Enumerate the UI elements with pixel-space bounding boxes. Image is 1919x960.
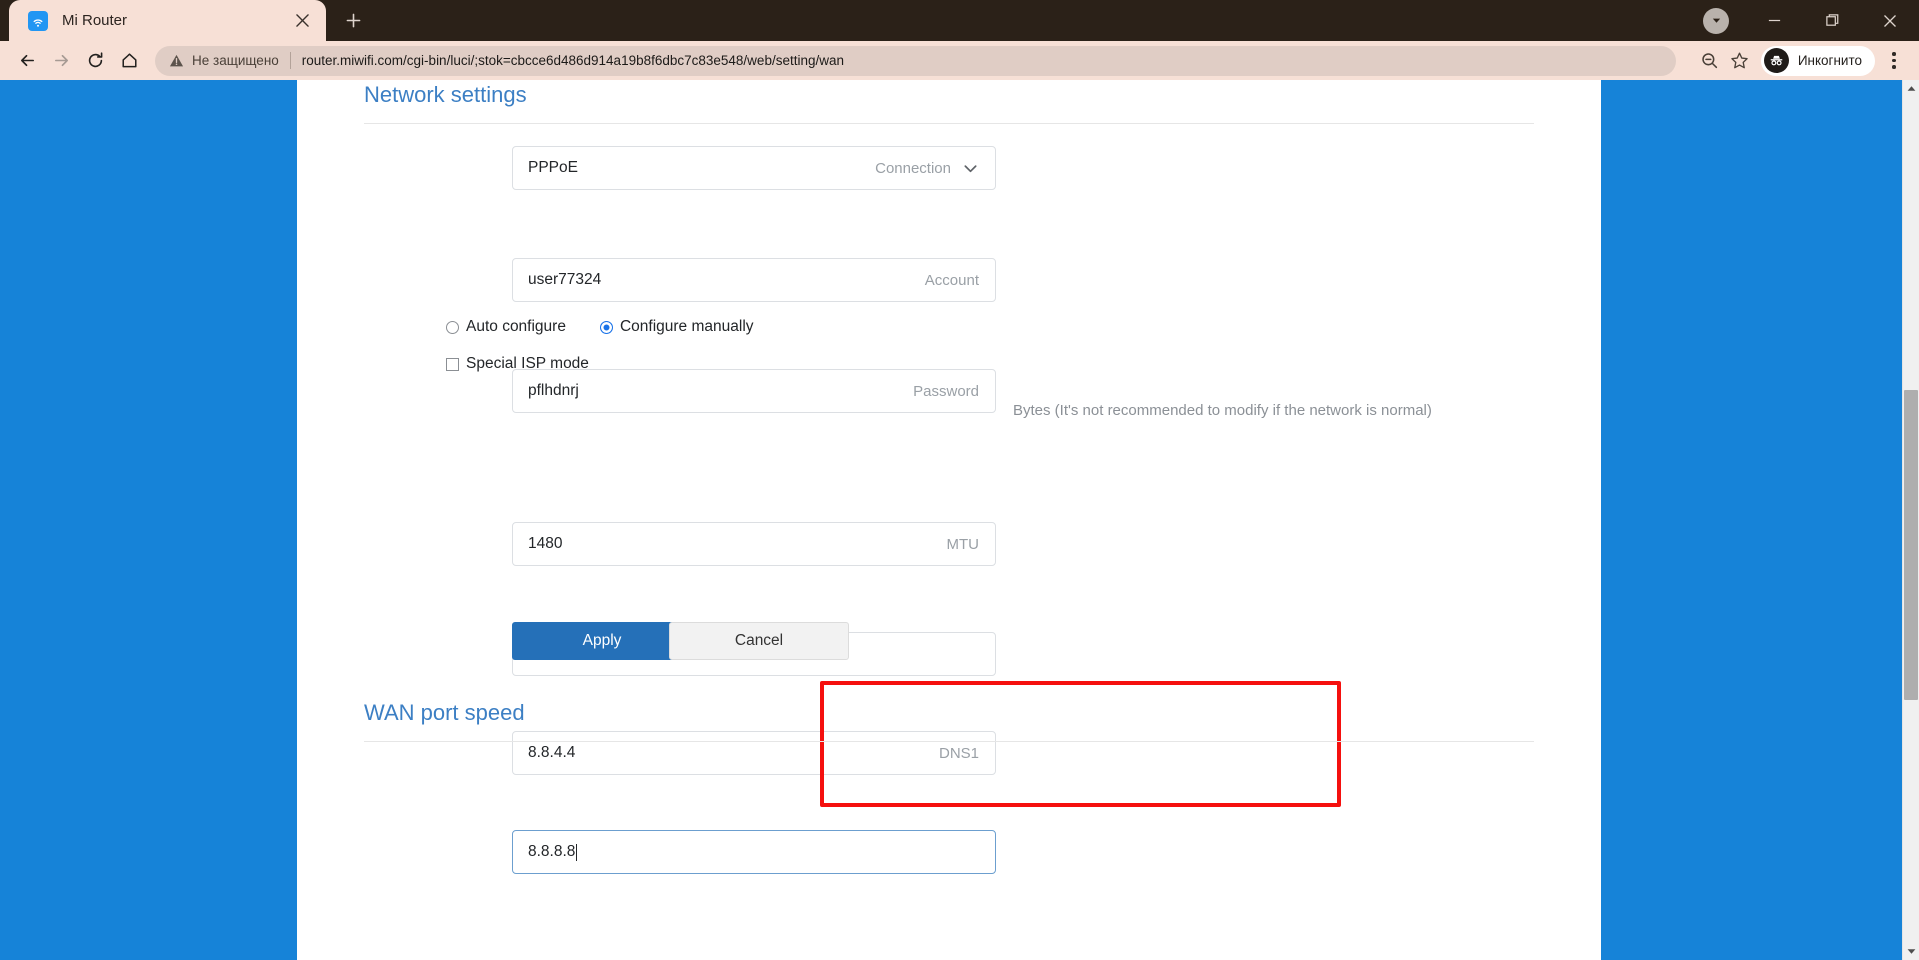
tab-close-icon[interactable] bbox=[289, 8, 315, 34]
dns2-value: 8.8.8.8 bbox=[528, 843, 576, 860]
forward-arrow-icon[interactable] bbox=[44, 44, 78, 78]
menu-dot bbox=[1892, 65, 1896, 69]
cancel-button[interactable]: Cancel bbox=[669, 622, 849, 660]
mtu-label: MTU bbox=[946, 535, 980, 553]
account-label: Account bbox=[924, 271, 979, 289]
radio-auto-configure-input[interactable] bbox=[446, 320, 459, 334]
url-text: router.miwifi.com/cgi-bin/luci/;stok=cbc… bbox=[301, 53, 844, 68]
incognito-icon bbox=[1763, 48, 1789, 73]
close-window-button[interactable] bbox=[1861, 0, 1919, 41]
dns1-value: 8.8.4.4 bbox=[528, 744, 576, 761]
mtu-value: 1480 bbox=[528, 535, 563, 552]
dns1-label: DNS1 bbox=[938, 744, 979, 762]
scroll-down-arrow[interactable] bbox=[1903, 943, 1919, 960]
incognito-indicator[interactable]: Инкогнито bbox=[1760, 45, 1875, 76]
wifi-icon bbox=[28, 10, 48, 31]
special-isp-mode-row[interactable]: Special ISP mode bbox=[446, 355, 589, 373]
reload-icon[interactable] bbox=[78, 44, 112, 78]
chevron-down-icon bbox=[1703, 7, 1729, 34]
tab-strip: Mi Router bbox=[0, 0, 1919, 41]
page-viewport: Network settings PPPoE Connection user77… bbox=[0, 80, 1919, 960]
password-field[interactable]: pflhdnrj Password bbox=[512, 369, 996, 413]
password-label: Password bbox=[913, 382, 979, 400]
minimize-button[interactable] bbox=[1745, 0, 1803, 41]
window-controls bbox=[1687, 0, 1919, 41]
warning-triangle-icon bbox=[169, 53, 184, 68]
browser-tab-mi-router[interactable]: Mi Router bbox=[9, 0, 326, 41]
back-arrow-icon[interactable] bbox=[10, 44, 44, 78]
menu-dot bbox=[1892, 58, 1896, 63]
radio-configure-manually-input[interactable] bbox=[599, 320, 613, 334]
address-bar[interactable]: Не защищено router.miwifi.com/cgi-bin/lu… bbox=[155, 45, 1676, 76]
security-status-text: Не защищено bbox=[192, 53, 279, 68]
incognito-label: Инкогнито bbox=[1797, 53, 1862, 68]
page-title: Network settings bbox=[364, 82, 527, 107]
connection-type-value: PPPoE bbox=[528, 159, 578, 176]
special-isp-mode-checkbox[interactable] bbox=[446, 357, 459, 371]
mtu-field[interactable]: 1480 MTU bbox=[512, 522, 996, 566]
config-mode-radio-group: Auto configure Configure manually bbox=[446, 318, 754, 336]
radio-configure-manually[interactable]: Configure manually bbox=[599, 318, 754, 336]
three-dot-menu-icon[interactable] bbox=[1879, 44, 1909, 78]
toolbar-right-actions: Инкогнито bbox=[1685, 44, 1909, 78]
text-cursor bbox=[576, 843, 578, 861]
browser-toolbar: Не защищено router.miwifi.com/cgi-bin/lu… bbox=[0, 41, 1919, 80]
home-icon[interactable] bbox=[112, 44, 146, 78]
dns1-field[interactable]: 8.8.4.4 DNS1 bbox=[512, 731, 996, 775]
account-value: user77324 bbox=[528, 271, 602, 288]
menu-dot bbox=[1892, 52, 1896, 56]
star-icon[interactable] bbox=[1725, 46, 1755, 76]
chevron-down-icon bbox=[962, 160, 979, 177]
search-minus-icon[interactable] bbox=[1695, 46, 1725, 76]
page-scrollbar[interactable] bbox=[1902, 80, 1919, 960]
tab-search-button[interactable] bbox=[1687, 0, 1745, 41]
section-divider bbox=[364, 123, 1534, 124]
special-isp-mode-label: Special ISP mode bbox=[466, 355, 589, 372]
wan-port-speed-title: WAN port speed bbox=[364, 700, 525, 725]
new-tab-button[interactable] bbox=[336, 3, 370, 37]
maximize-button[interactable] bbox=[1803, 0, 1861, 41]
connection-type-select[interactable]: PPPoE Connection bbox=[512, 146, 996, 190]
omnibox-divider bbox=[289, 52, 291, 69]
radio-auto-configure[interactable]: Auto configure bbox=[446, 318, 566, 336]
dns2-field[interactable]: 8.8.8.8 bbox=[512, 830, 996, 874]
router-settings-card: Network settings PPPoE Connection user77… bbox=[297, 80, 1601, 960]
account-field[interactable]: user77324 Account bbox=[512, 258, 996, 302]
password-value: pflhdnrj bbox=[528, 382, 579, 399]
connection-type-label: Connection bbox=[875, 159, 951, 177]
tab-title: Mi Router bbox=[62, 12, 128, 29]
radio-configure-manually-label: Configure manually bbox=[619, 318, 754, 335]
section-divider bbox=[364, 741, 1534, 742]
browser-window: Mi Router Не защищено router.miwifi.com/… bbox=[0, 0, 1919, 960]
scrollbar-thumb[interactable] bbox=[1904, 390, 1918, 700]
scroll-up-arrow[interactable] bbox=[1903, 80, 1919, 97]
apply-button[interactable]: Apply bbox=[512, 622, 692, 660]
radio-auto-configure-label: Auto configure bbox=[466, 318, 566, 335]
mtu-helper-text: Bytes (It's not recommended to modify if… bbox=[1013, 402, 1432, 419]
